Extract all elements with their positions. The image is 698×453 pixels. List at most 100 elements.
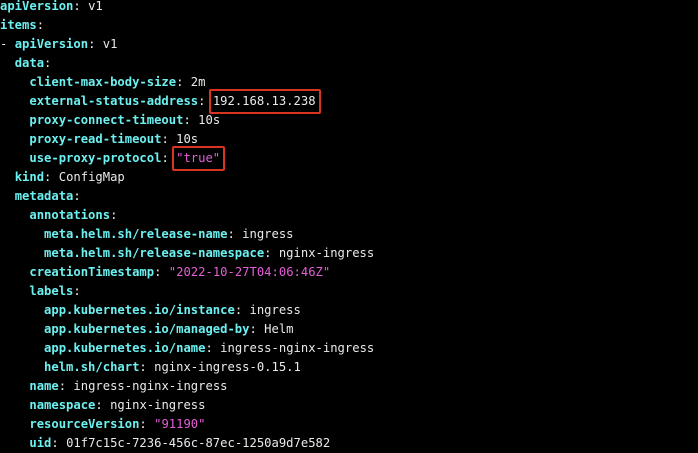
yaml-key: app.kubernetes.io/instance bbox=[44, 303, 235, 317]
yaml-colon: : bbox=[44, 56, 52, 70]
yaml-key: proxy-read-timeout bbox=[29, 132, 162, 146]
yaml-value: 10s bbox=[176, 132, 199, 146]
yaml-colon: : bbox=[183, 113, 191, 127]
yaml-colon: : bbox=[73, 284, 81, 298]
yaml-colon: : bbox=[73, 0, 81, 13]
yaml-key: apiVersion bbox=[0, 0, 74, 13]
yaml-indent bbox=[0, 398, 29, 412]
yaml-line: annotations: bbox=[0, 206, 698, 225]
yaml-indent bbox=[0, 75, 29, 89]
yaml-indent bbox=[0, 379, 29, 393]
yaml-indent bbox=[0, 208, 29, 222]
yaml-value: ingress bbox=[242, 227, 294, 241]
yaml-indent bbox=[0, 94, 29, 108]
yaml-indent bbox=[0, 246, 44, 260]
yaml-indent bbox=[0, 322, 44, 336]
yaml-key: use-proxy-protocol bbox=[29, 151, 162, 165]
yaml-indent bbox=[0, 113, 29, 127]
yaml-line: items: bbox=[0, 16, 698, 35]
yaml-key: namespace bbox=[29, 398, 96, 412]
yaml-line: app.kubernetes.io/managed-by: Helm bbox=[0, 320, 698, 339]
yaml-value: v1 bbox=[88, 0, 103, 13]
yaml-colon: : bbox=[205, 341, 213, 355]
yaml-indent bbox=[0, 227, 44, 241]
yaml-indent bbox=[0, 341, 44, 355]
yaml-colon: : bbox=[51, 436, 59, 450]
yaml-value: ConfigMap bbox=[58, 170, 125, 184]
yaml-line: proxy-read-timeout: 10s bbox=[0, 130, 698, 149]
yaml-indent bbox=[0, 189, 15, 203]
yaml-line: uid: 01f7c15c-7236-456c-87ec-1250a9d7e58… bbox=[0, 434, 698, 453]
yaml-line: metadata: bbox=[0, 187, 698, 206]
yaml-key: labels bbox=[29, 284, 74, 298]
yaml-key: external-status-address bbox=[29, 94, 199, 108]
yaml-indent bbox=[0, 360, 44, 374]
yaml-colon: : bbox=[36, 18, 45, 32]
yaml-line: data: bbox=[0, 54, 698, 73]
yaml-colon: : bbox=[161, 151, 169, 165]
yaml-key: app.kubernetes.io/name bbox=[44, 341, 206, 355]
yaml-colon: : bbox=[73, 189, 81, 203]
yaml-colon: : bbox=[139, 417, 147, 431]
yaml-line: app.kubernetes.io/instance: ingress bbox=[0, 301, 698, 320]
yaml-line: creationTimestamp: "2022-10-27T04:06:46Z… bbox=[0, 263, 698, 282]
yaml-key: meta.helm.sh/release-namespace bbox=[44, 246, 265, 260]
yaml-line: proxy-connect-timeout: 10s bbox=[0, 111, 698, 130]
yaml-value: ingress-nginx-ingress bbox=[220, 341, 375, 355]
yaml-indent bbox=[0, 284, 29, 298]
highlighted-yaml-value: "true" bbox=[172, 146, 226, 171]
yaml-line: use-proxy-protocol: "true" bbox=[0, 146, 698, 171]
yaml-line: external-status-address: 192.168.13.238 bbox=[0, 89, 698, 114]
yaml-key: app.kubernetes.io/managed-by bbox=[44, 322, 250, 336]
yaml-colon: : bbox=[95, 398, 103, 412]
yaml-key: creationTimestamp bbox=[29, 265, 155, 279]
yaml-indent bbox=[0, 303, 44, 317]
yaml-colon: : bbox=[264, 246, 272, 260]
yaml-indent bbox=[0, 151, 29, 165]
yaml-value: "2022-10-27T04:06:46Z" bbox=[168, 265, 331, 279]
yaml-colon: : bbox=[139, 360, 147, 374]
yaml-key: data bbox=[14, 56, 45, 70]
yaml-key: meta.helm.sh/release-name bbox=[44, 227, 228, 241]
yaml-indent bbox=[0, 170, 15, 184]
yaml-value: nginx-ingress bbox=[278, 246, 375, 260]
yaml-key: kind bbox=[14, 170, 45, 184]
terminal-output[interactable]: apiVersion: v1 items: - apiVersion: v1 dat… bbox=[0, 0, 698, 450]
yaml-value: v1 bbox=[102, 37, 118, 51]
yaml-line: resourceVersion: "91190" bbox=[0, 415, 698, 434]
yaml-indent bbox=[0, 132, 29, 146]
yaml-key: metadata bbox=[14, 189, 74, 203]
yaml-key: name bbox=[29, 379, 59, 393]
yaml-value: nginx-ingress-0.15.1 bbox=[154, 360, 301, 374]
yaml-indent bbox=[0, 56, 15, 70]
yaml-line: apiVersion: v1 bbox=[0, 0, 698, 16]
yaml-line: client-max-body-size: 2m bbox=[0, 73, 698, 92]
highlighted-yaml-value: 192.168.13.238 bbox=[208, 89, 321, 114]
yaml-value: 01f7c15c-7236-456c-87ec-1250a9d7e582 bbox=[66, 436, 331, 450]
yaml-line: kind: ConfigMap bbox=[0, 168, 698, 187]
yaml-line: meta.helm.sh/release-name: ingress bbox=[0, 225, 698, 244]
yaml-indent bbox=[0, 436, 29, 450]
yaml-key: annotations bbox=[29, 208, 111, 222]
yaml-line: - apiVersion: v1 bbox=[0, 35, 698, 54]
yaml-value: ingress-nginx-ingress bbox=[73, 379, 228, 393]
yaml-value: ingress bbox=[249, 303, 301, 317]
yaml-indent: - bbox=[0, 37, 15, 51]
yaml-key: uid bbox=[29, 436, 52, 450]
yaml-line: app.kubernetes.io/name: ingress-nginx-in… bbox=[0, 339, 698, 358]
yaml-key: helm.sh/chart bbox=[44, 360, 140, 374]
yaml-value: "91190" bbox=[154, 417, 206, 431]
yaml-colon: : bbox=[227, 227, 235, 241]
yaml-indent bbox=[0, 265, 29, 279]
yaml-key: resourceVersion bbox=[29, 417, 140, 431]
yaml-value: Helm bbox=[264, 322, 294, 336]
yaml-colon: : bbox=[58, 379, 67, 393]
yaml-value: 2m bbox=[190, 75, 206, 89]
yaml-colon: : bbox=[249, 322, 257, 336]
yaml-line: meta.helm.sh/release-namespace: nginx-in… bbox=[0, 244, 698, 263]
yaml-colon: : bbox=[161, 132, 169, 146]
yaml-indent bbox=[0, 417, 29, 431]
yaml-key: apiVersion bbox=[14, 37, 89, 51]
yaml-colon: : bbox=[110, 208, 118, 222]
yaml-line: helm.sh/chart: nginx-ingress-0.15.1 bbox=[0, 358, 698, 377]
